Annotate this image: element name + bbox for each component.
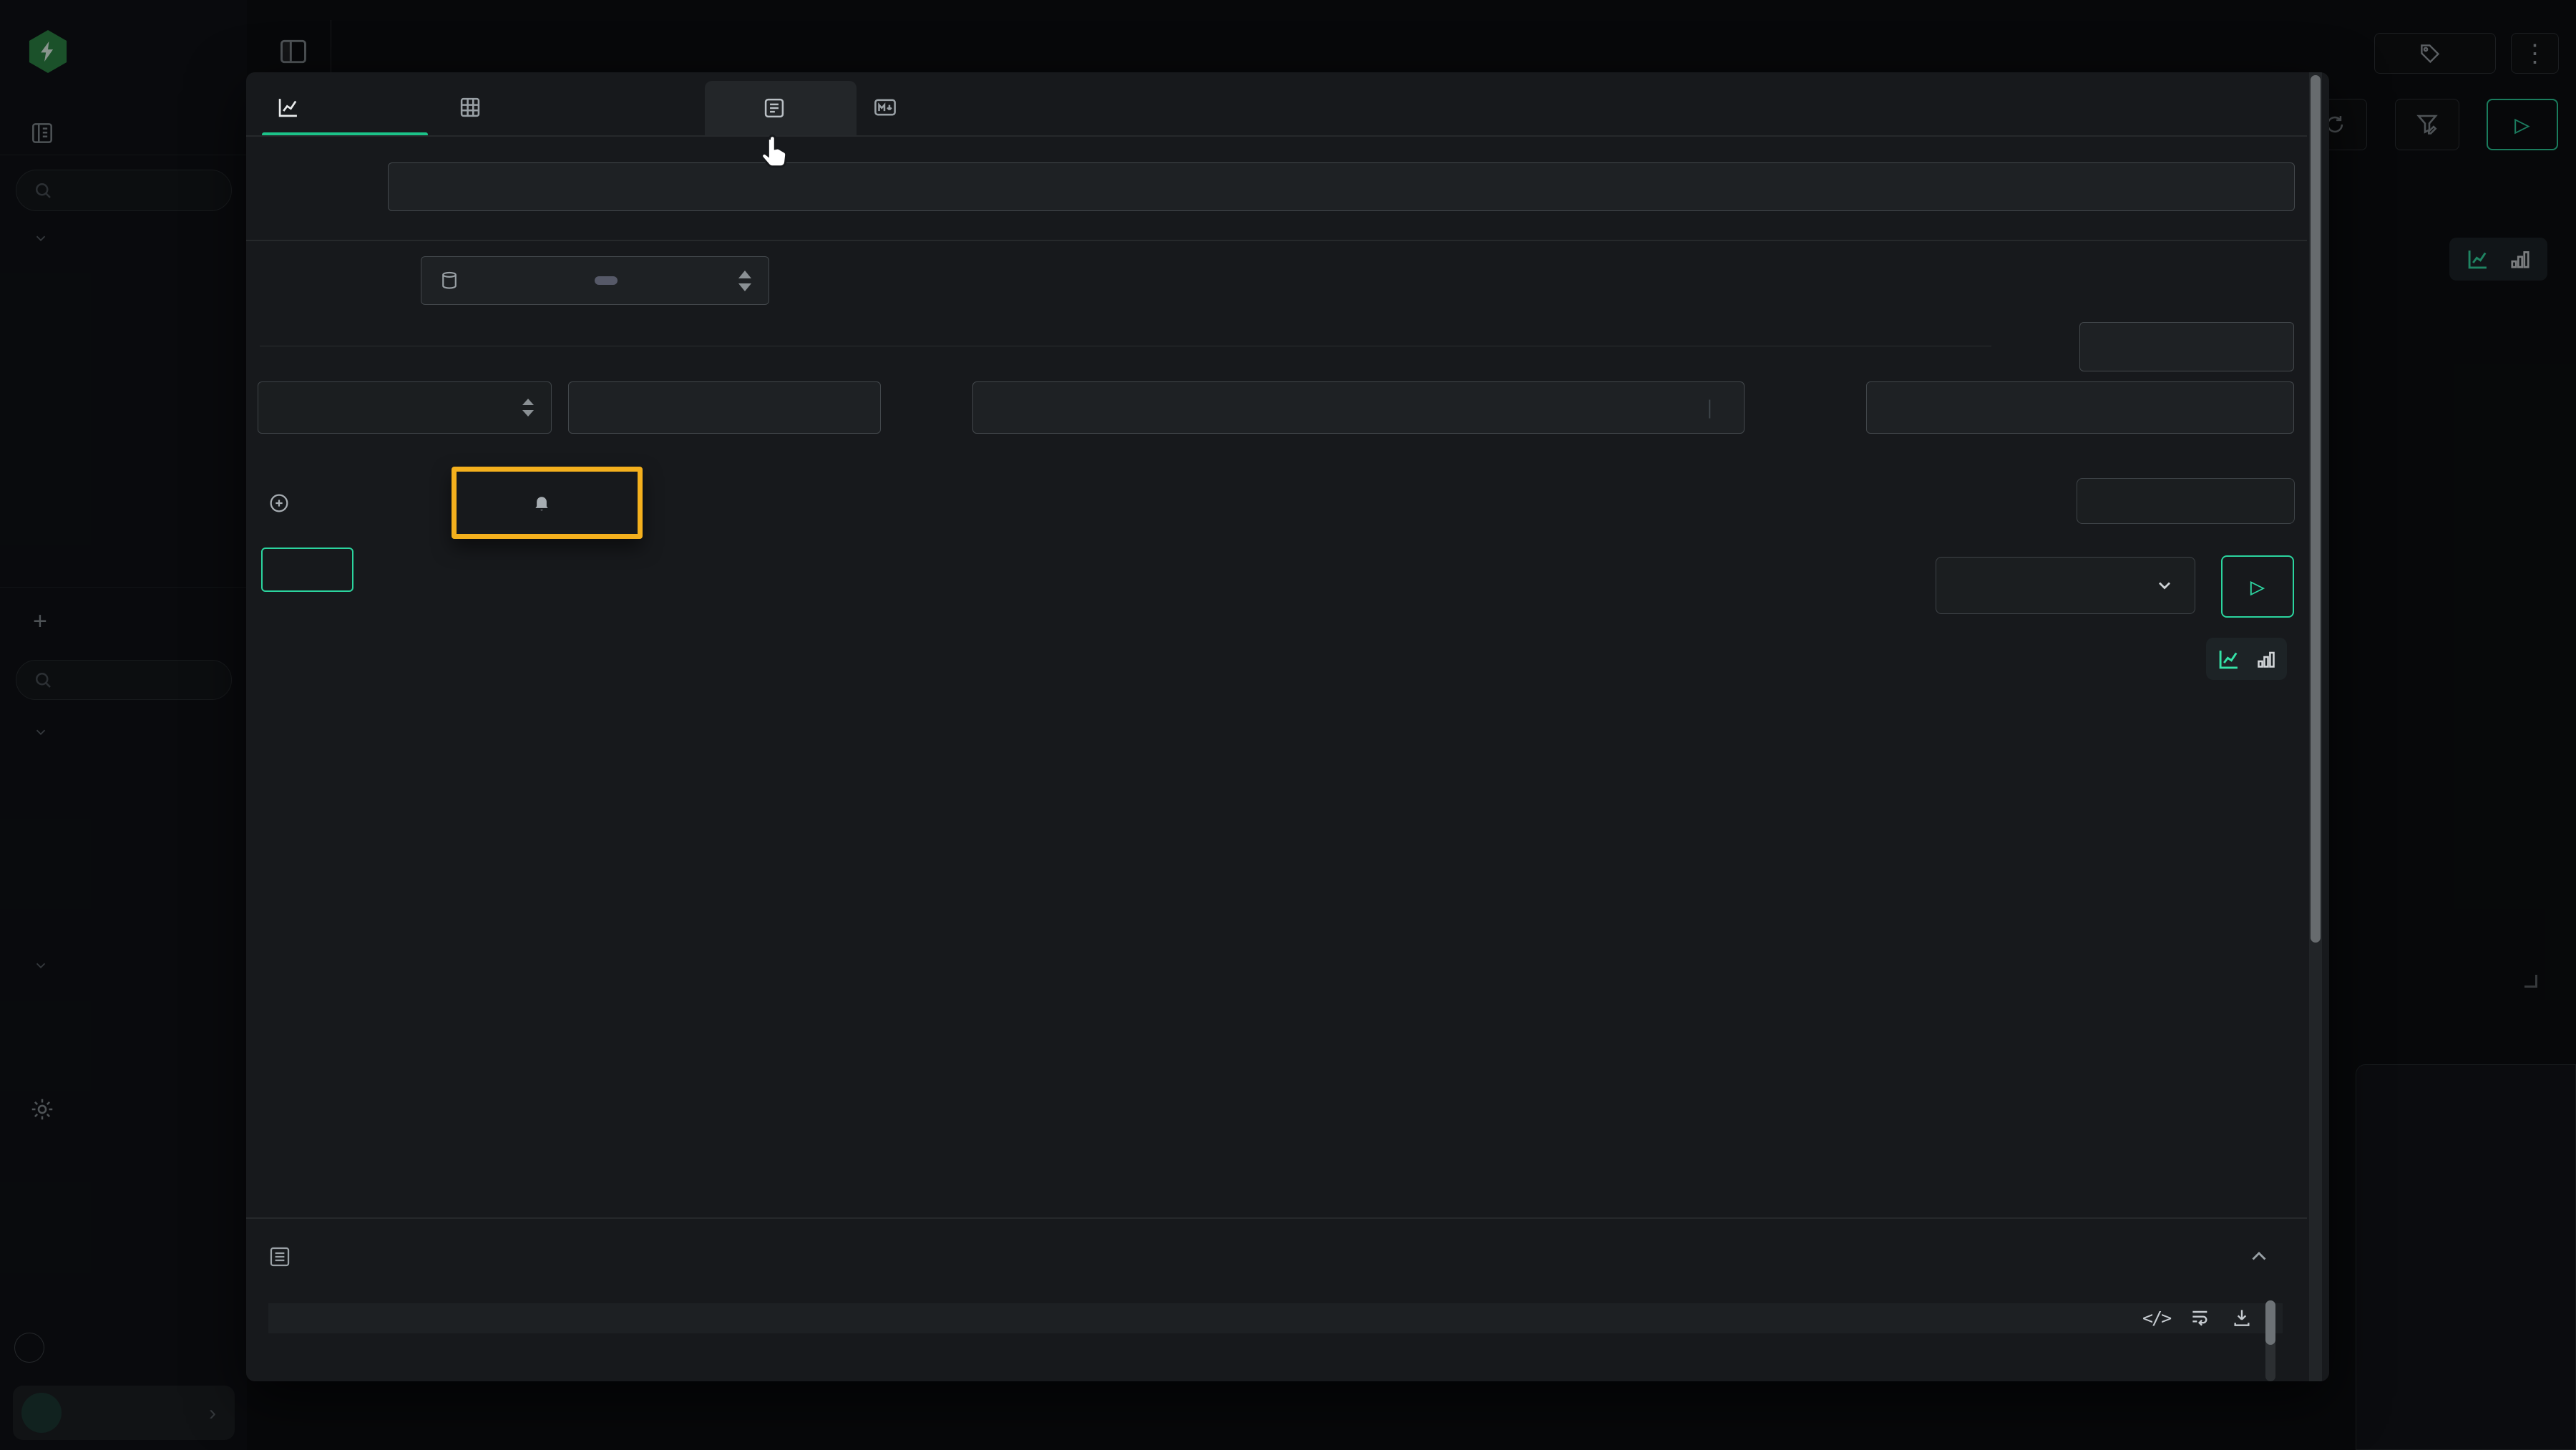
events-toolbar: </> — [2142, 1306, 2253, 1329]
table-scrollbar-track[interactable] — [2265, 1300, 2275, 1381]
tab-table[interactable] — [458, 84, 570, 131]
collapse-events-button[interactable] — [2247, 1245, 2271, 1269]
chart-type-toggle[interactable] — [2206, 638, 2287, 680]
mouse-cursor — [756, 133, 793, 170]
play-icon: ▷ — [2250, 573, 2265, 601]
group-by-input[interactable] — [1866, 381, 2294, 434]
chevron-down-icon — [2155, 575, 2175, 595]
plus-circle-icon — [268, 492, 291, 515]
alias-input[interactable] — [2079, 322, 2294, 371]
tab-number[interactable] — [581, 84, 714, 131]
modal-scrollbar-thumb[interactable] — [2311, 75, 2321, 943]
edit-chart-modal: | — [246, 72, 2329, 1381]
field-expression-input[interactable] — [568, 381, 881, 434]
database-icon — [439, 270, 460, 291]
where-search-input[interactable]: | — [972, 381, 1745, 434]
tab-search[interactable] — [705, 81, 857, 135]
table-scrollbar-thumb[interactable] — [2265, 1300, 2275, 1345]
run-chart-button[interactable]: ▷ — [2221, 555, 2294, 618]
save-button[interactable] — [261, 548, 353, 592]
select-chevrons-icon — [738, 271, 751, 291]
events-table-header — [268, 1303, 2283, 1333]
set-number-format-button[interactable] — [2077, 478, 2295, 524]
hyperdx-app: ⋮ ▷ — [0, 0, 2576, 1450]
add-alert-annotation-box — [452, 467, 643, 539]
chart-name-input[interactable] — [388, 162, 2295, 211]
markdown-icon — [873, 95, 897, 120]
tab-markdown[interactable] — [873, 84, 1028, 131]
search-card-icon — [762, 96, 786, 120]
code-icon[interactable]: </> — [2142, 1308, 2170, 1328]
section-divider — [246, 240, 2307, 241]
line-chart-icon[interactable] — [2217, 647, 2241, 671]
granularity-select[interactable] — [1936, 557, 2195, 614]
data-source-select[interactable] — [421, 256, 769, 305]
bell-icon — [531, 492, 552, 514]
download-icon[interactable] — [2230, 1306, 2253, 1329]
bar-chart-icon[interactable] — [2255, 648, 2277, 670]
select-chevrons-icon — [522, 399, 534, 417]
line-chart-icon — [276, 95, 301, 120]
tabs-divider — [246, 135, 2307, 137]
modal-scrollbar-track[interactable] — [2309, 72, 2322, 1381]
duration-chart — [262, 637, 2318, 1159]
add-alert-button[interactable] — [531, 492, 564, 514]
add-series-button[interactable] — [268, 482, 302, 524]
section-divider — [246, 1217, 2307, 1219]
tab-line-bar[interactable] — [276, 84, 431, 131]
events-table — [268, 1303, 2283, 1381]
table-icon — [458, 95, 482, 120]
toggle-divider: | — [1704, 397, 1715, 419]
wrap-lines-icon[interactable] — [2189, 1306, 2212, 1329]
schema-badge[interactable] — [595, 276, 618, 285]
events-icon — [268, 1245, 292, 1269]
aggregation-select[interactable] — [258, 381, 552, 434]
chevron-up-icon — [2247, 1245, 2271, 1269]
